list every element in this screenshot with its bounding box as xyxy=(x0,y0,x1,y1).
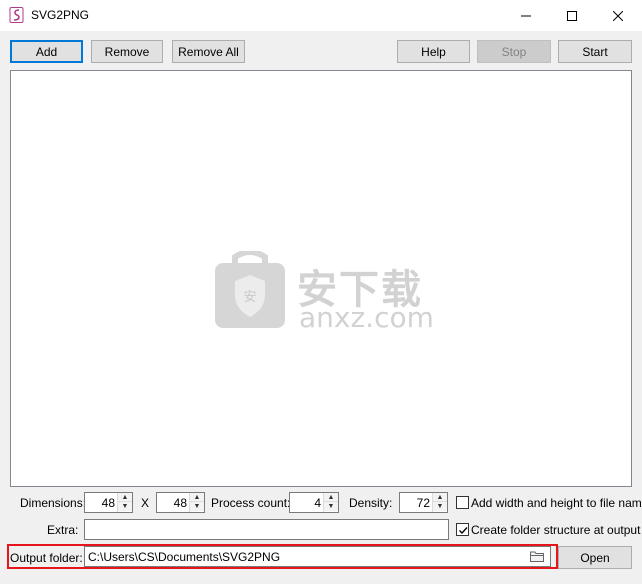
maximize-icon xyxy=(567,10,577,21)
add-button[interactable]: Add xyxy=(10,40,83,63)
density-label: Density: xyxy=(349,496,393,510)
width-spinner[interactable]: 48 ▲ ▼ xyxy=(84,492,133,513)
remove-all-button[interactable]: Remove All xyxy=(172,40,245,63)
window-title: SVG2PNG xyxy=(31,8,90,22)
width-up-arrow-icon[interactable]: ▲ xyxy=(118,493,132,502)
file-list[interactable]: 安 安下载 anxz.com xyxy=(10,70,632,487)
close-icon xyxy=(613,10,623,21)
remove-button[interactable]: Remove xyxy=(91,40,163,63)
stop-button[interactable]: Stop xyxy=(477,40,551,63)
watermark-site: anxz.com xyxy=(299,301,434,334)
process-count-label: Process count: xyxy=(211,496,291,510)
height-up-arrow-icon[interactable]: ▲ xyxy=(190,493,204,502)
minimize-icon xyxy=(521,15,531,16)
density-value: 72 xyxy=(416,496,430,510)
process-up-arrow-icon[interactable]: ▲ xyxy=(324,493,338,502)
checkmark-icon xyxy=(459,527,468,535)
width-down-arrow-icon[interactable]: ▼ xyxy=(118,502,132,511)
create-folder-structure-checkbox[interactable] xyxy=(456,523,469,536)
process-down-arrow-icon[interactable]: ▼ xyxy=(324,502,338,511)
dimensions-label: Dimensions: xyxy=(20,496,87,510)
width-value: 48 xyxy=(101,496,115,510)
start-button[interactable]: Start xyxy=(558,40,632,63)
extra-input[interactable] xyxy=(84,519,449,540)
output-folder-path: C:\Users\CS\Documents\SVG2PNG xyxy=(88,550,281,564)
extra-label: Extra: xyxy=(47,523,79,537)
height-down-arrow-icon[interactable]: ▼ xyxy=(190,502,204,511)
create-folder-structure-label: Create folder structure at output xyxy=(471,523,641,537)
process-count-spinner[interactable]: 4 ▲ ▼ xyxy=(289,492,339,513)
svg-text:安: 安 xyxy=(243,290,256,305)
add-width-height-checkbox[interactable] xyxy=(456,496,469,509)
watermark: 安 安下载 anxz.com xyxy=(215,249,435,334)
density-up-arrow-icon[interactable]: ▲ xyxy=(433,493,447,502)
close-button[interactable] xyxy=(595,0,641,31)
minimize-button[interactable] xyxy=(503,0,549,31)
output-folder-label: Output folder: xyxy=(10,551,83,565)
open-button[interactable]: Open xyxy=(558,546,632,569)
maximize-button[interactable] xyxy=(549,0,595,31)
height-value: 48 xyxy=(173,496,187,510)
app-logo-icon xyxy=(9,7,25,23)
height-spinner[interactable]: 48 ▲ ▼ xyxy=(156,492,205,513)
title-bar: SVG2PNG xyxy=(0,0,642,31)
add-width-height-label: Add width and height to file name xyxy=(471,496,642,510)
help-button[interactable]: Help xyxy=(397,40,470,63)
density-spinner[interactable]: 72 ▲ ▼ xyxy=(399,492,448,513)
density-down-arrow-icon[interactable]: ▼ xyxy=(433,502,447,511)
process-count-value: 4 xyxy=(314,496,321,510)
browse-folder-icon[interactable] xyxy=(530,550,544,562)
output-folder-input[interactable]: C:\Users\CS\Documents\SVG2PNG xyxy=(84,546,551,567)
x-label: X xyxy=(141,496,150,510)
